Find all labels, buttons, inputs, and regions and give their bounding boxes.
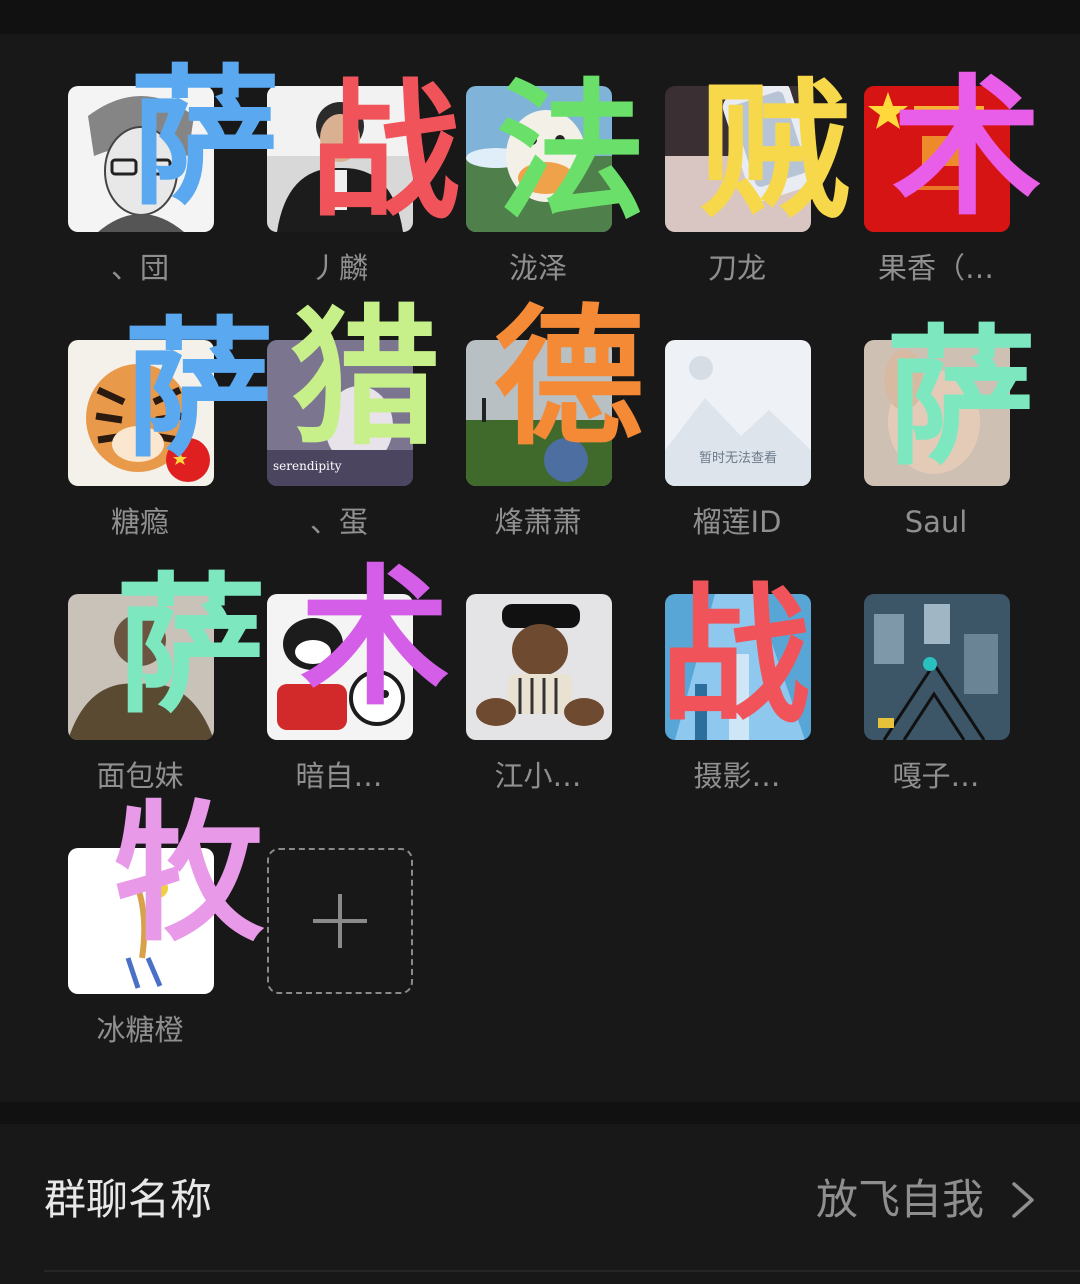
red-flag-avatar[interactable] — [864, 86, 1010, 232]
member-item[interactable]: 、団 — [60, 86, 220, 286]
member-name: 、団 — [110, 251, 169, 285]
phone-photo-avatar[interactable] — [665, 86, 811, 232]
building-photo-avatar[interactable] — [665, 594, 811, 740]
member-item[interactable]: 暗自… — [259, 594, 419, 794]
member-item[interactable]: 果香（… — [856, 86, 1016, 286]
member-item[interactable]: 嘎子… — [856, 594, 1016, 794]
member-item[interactable]: 糖瘾 — [60, 340, 220, 540]
man-photo-avatar[interactable] — [267, 86, 413, 232]
tiger-avatar[interactable] — [68, 340, 214, 486]
member-name: 、蛋 — [309, 505, 368, 539]
group-name-row[interactable]: 群聊名称 放飞自我 — [0, 1124, 1080, 1284]
group-name-label: 群聊名称 — [44, 1175, 213, 1224]
member-name: 榴莲ID — [692, 505, 782, 539]
duck-photo-avatar[interactable] — [466, 86, 612, 232]
member-item[interactable]: 面包妹 — [60, 594, 220, 794]
member-name: Saul — [904, 505, 968, 539]
plus-icon — [313, 894, 367, 948]
svg-text:serendipity: serendipity — [273, 459, 342, 473]
member-item[interactable]: Saul — [856, 340, 1016, 540]
member-item[interactable]: 江小… — [458, 594, 618, 794]
person-photo-avatar[interactable] — [68, 594, 214, 740]
placeholder-text: 暂时无法查看 — [699, 450, 777, 466]
member-name: 烽萧萧 — [494, 505, 582, 539]
member-name: 丿麟 — [309, 251, 368, 285]
chevron-right-icon — [1012, 1182, 1034, 1218]
member-item[interactable]: 暂时无法查看 榴莲ID — [657, 340, 817, 540]
group-name-value: 放飞自我 — [815, 1175, 984, 1224]
member-name: 刀龙 — [707, 251, 766, 285]
teddy-bear-avatar[interactable] — [466, 594, 612, 740]
member-item[interactable]: 摄影… — [657, 594, 817, 794]
member-item[interactable]: 丿麟 — [259, 86, 419, 286]
member-item[interactable]: 烽萧萧 — [458, 340, 618, 540]
member-name: 嘎子… — [892, 759, 980, 793]
city-aerial-avatar[interactable] — [864, 594, 1010, 740]
member-item[interactable]: 冰糖橙 — [60, 848, 220, 1048]
top-bar — [0, 0, 1080, 34]
member-name: 冰糖橙 — [96, 1013, 184, 1047]
section-divider — [0, 1102, 1080, 1124]
member-item[interactable]: 刀龙 — [657, 86, 817, 286]
member-name: 泷泽 — [508, 251, 567, 285]
member-item[interactable]: serendipity 、蛋 — [259, 340, 419, 540]
cartoon-cat-avatar[interactable] — [267, 594, 413, 740]
row-divider — [44, 1270, 1080, 1272]
add-member-button[interactable] — [267, 848, 413, 994]
anime-glasses-avatar[interactable] — [68, 86, 214, 232]
members-panel: 、団 丿麟 泷泽 刀龙 果香（… 糖瘾 serendipity 、蛋 烽萧萧 暂… — [0, 34, 1080, 1102]
member-name: 摄影… — [693, 759, 781, 793]
member-name: 暗自… — [295, 759, 383, 793]
image-unavailable-avatar[interactable]: 暂时无法查看 — [665, 340, 811, 486]
member-name: 果香（… — [877, 251, 994, 285]
member-item[interactable]: 泷泽 — [458, 86, 618, 286]
serendipity-avatar[interactable]: serendipity — [267, 340, 413, 486]
add-member-item[interactable] — [259, 848, 419, 1048]
field-photo-avatar[interactable] — [466, 340, 612, 486]
member-name: 糖瘾 — [110, 505, 169, 539]
hand-photo-avatar[interactable] — [864, 340, 1010, 486]
member-name: 面包妹 — [96, 759, 184, 793]
member-name: 江小… — [494, 759, 582, 793]
drawing-avatar[interactable] — [68, 848, 214, 994]
group-chat-settings-page: 、団 丿麟 泷泽 刀龙 果香（… 糖瘾 serendipity 、蛋 烽萧萧 暂… — [0, 0, 1080, 1284]
